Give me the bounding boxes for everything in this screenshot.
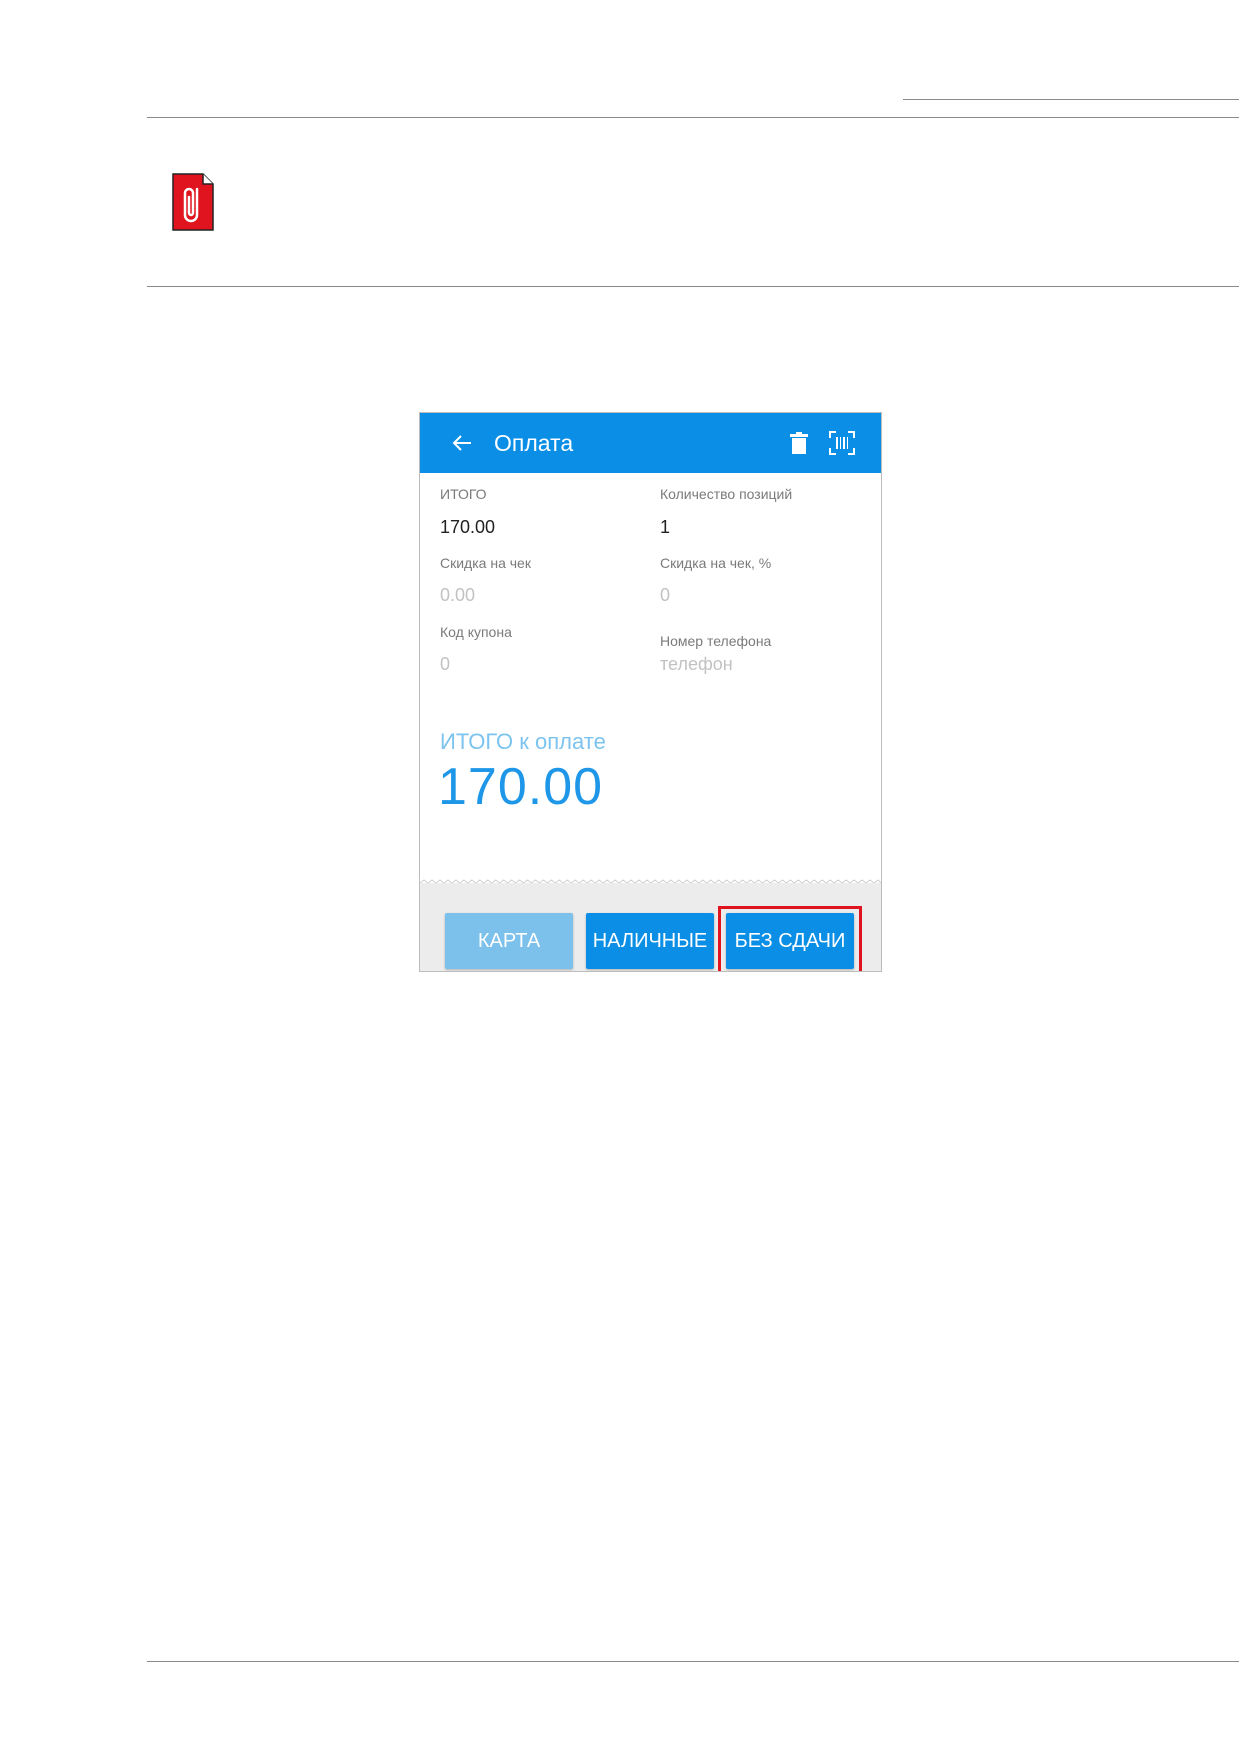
coupon-code-label: Код купона bbox=[440, 624, 512, 640]
page-title: Оплата bbox=[494, 430, 574, 456]
cash-payment-button[interactable]: НАЛИЧНЫЕ bbox=[586, 913, 714, 969]
discount-label: Скидка на чек bbox=[440, 555, 531, 571]
total-label: ИТОГО bbox=[440, 486, 487, 502]
paperclip-note-icon bbox=[172, 173, 214, 231]
header-rule bbox=[147, 117, 1239, 118]
phone-input[interactable]: телефон bbox=[660, 654, 733, 675]
payment-screen: Оплата ИТОГО 170.00 Количество позиций 1… bbox=[419, 412, 882, 972]
positions-count-label: Количество позиций bbox=[660, 486, 793, 502]
phone-label: Номер телефона bbox=[660, 633, 772, 649]
total-value: 170.00 bbox=[440, 517, 496, 537]
positions-count-value: 1 bbox=[660, 517, 671, 537]
note-rule bbox=[147, 286, 1239, 287]
barcode-scan-icon[interactable] bbox=[829, 431, 855, 455]
card-payment-button[interactable]: КАРТА bbox=[445, 913, 573, 969]
header-rule-short bbox=[903, 99, 1239, 100]
footer-rule bbox=[147, 1661, 1239, 1662]
discount-input[interactable]: 0.00 bbox=[440, 585, 475, 606]
total-due-value: 170.00 bbox=[438, 758, 604, 816]
discount-percent-input[interactable]: 0 bbox=[660, 585, 670, 606]
trash-icon[interactable] bbox=[790, 432, 808, 454]
back-arrow-icon[interactable] bbox=[450, 431, 474, 455]
highlight-frame bbox=[718, 906, 862, 971]
payment-buttons-bar: КАРТА НАЛИЧНЫЕ БЕЗ СДАЧИ bbox=[420, 883, 881, 971]
app-bar: Оплата bbox=[420, 413, 881, 473]
coupon-code-input[interactable]: 0 bbox=[440, 654, 450, 675]
discount-percent-label: Скидка на чек, % bbox=[660, 555, 772, 571]
total-due-label: ИТОГО к оплате bbox=[440, 729, 606, 754]
